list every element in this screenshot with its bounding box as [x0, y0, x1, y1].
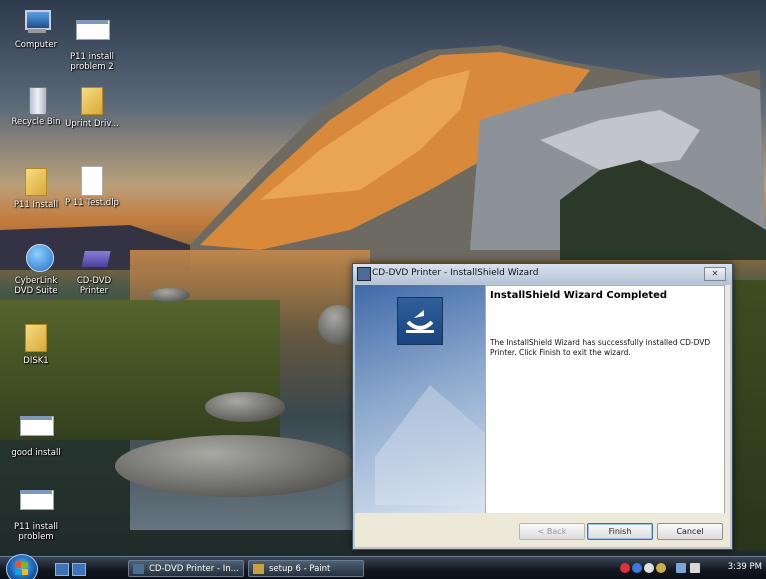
desktop-icon-uprint-driv[interactable]: Uprint Driv... — [62, 85, 122, 129]
tray-app-icon[interactable] — [644, 563, 654, 573]
computer-icon — [20, 8, 52, 38]
desktop-icon-computer[interactable]: Computer — [6, 8, 66, 50]
icon-label: good install — [11, 448, 61, 458]
clock[interactable]: 3:39 PM — [728, 562, 762, 572]
installer-icon — [133, 564, 144, 574]
cancel-button[interactable]: Cancel — [657, 523, 723, 540]
icon-label: DISK1 — [23, 356, 49, 366]
windows-logo-icon — [15, 562, 28, 575]
system-tray: 3:39 PM — [616, 557, 766, 579]
folder-icon — [76, 87, 108, 117]
back-button[interactable]: < Back — [519, 523, 585, 540]
icon-label: Computer — [14, 40, 58, 50]
installshield-dialog: CD-DVD Printer - InstallShield Wizard ✕ … — [352, 263, 733, 550]
icon-label: P 11 Test.dlp — [65, 198, 119, 208]
wizard-body-text: The InstallShield Wizard has successfull… — [490, 338, 711, 357]
icon-label: P11 install problem — [13, 522, 59, 542]
folder-icon — [20, 324, 52, 354]
printer-icon — [78, 244, 112, 274]
taskbar-button-installer[interactable]: CD-DVD Printer - In... — [128, 560, 244, 577]
icon-label: CyberLink DVD Suite — [14, 276, 58, 296]
recycle-bin-icon — [20, 85, 52, 115]
close-button[interactable]: ✕ — [704, 267, 726, 281]
desktop-icon-p11-test-dlp[interactable]: P 11 Test.dlp — [62, 166, 122, 208]
desktop-icon-recycle-bin[interactable]: Recycle Bin — [6, 85, 66, 127]
wizard-side-banner — [355, 285, 485, 513]
desktop: Computer P11 install problem 2 Recycle B… — [0, 0, 766, 579]
icon-label: P11 Install — [13, 200, 59, 210]
taskbar-button-label: setup 6 - Paint — [269, 564, 331, 574]
cyberlink-icon — [20, 244, 54, 274]
folder-icon — [20, 168, 52, 198]
paint-icon — [253, 564, 264, 574]
icon-label: Uprint Driv... — [65, 119, 119, 129]
icon-label: CD-DVD Printer — [76, 276, 112, 296]
taskbar-button-paint[interactable]: setup 6 - Paint — [248, 560, 364, 577]
taskbar-button-label: CD-DVD Printer - In... — [149, 564, 239, 574]
wizard-heading: InstallShield Wizard Completed — [490, 290, 668, 301]
desktop-icon-good-install[interactable]: good install — [6, 410, 66, 458]
desktop-icon-cd-dvd-printer[interactable]: CD-DVD Printer — [64, 244, 124, 296]
volume-icon[interactable] — [690, 563, 700, 573]
desktop-icon-disk1[interactable]: DISK1 — [6, 322, 66, 366]
dialog-title: CD-DVD Printer - InstallShield Wizard — [372, 268, 539, 278]
icon-label: Recycle Bin — [11, 117, 61, 127]
tray-tool-icon[interactable] — [656, 563, 666, 573]
finish-button[interactable]: Finish — [587, 523, 653, 540]
wallpaper-rock — [150, 288, 190, 302]
security-alert-icon[interactable] — [620, 563, 630, 573]
taskbar: CD-DVD Printer - In... setup 6 - Paint 3… — [0, 554, 766, 579]
wizard-button-row: < Back Finish Cancel — [355, 513, 730, 547]
switch-windows-icon[interactable] — [72, 563, 86, 576]
banner-decoration — [375, 385, 485, 505]
icon-label: P11 install problem 2 — [69, 52, 115, 72]
desktop-icon-cyberlink-dvd-suite[interactable]: CyberLink DVD Suite — [6, 244, 66, 296]
wallpaper-rock — [205, 392, 285, 422]
installshield-logo-icon — [397, 297, 443, 345]
network-icon[interactable] — [676, 563, 686, 573]
dialog-titlebar[interactable]: CD-DVD Printer - InstallShield Wizard ✕ — [353, 264, 732, 284]
window-file-icon — [20, 416, 54, 446]
show-desktop-icon[interactable] — [55, 563, 69, 576]
start-button[interactable] — [6, 554, 38, 579]
desktop-icon-p11-install-problem[interactable]: P11 install problem — [6, 484, 66, 542]
window-file-icon — [76, 20, 110, 50]
wizard-content: InstallShield Wizard Completed The Insta… — [485, 285, 725, 515]
desktop-icon-p11-install-problem-2[interactable]: P11 install problem 2 — [62, 14, 122, 72]
installer-icon — [357, 267, 371, 281]
window-file-icon — [20, 490, 54, 520]
dialog-client: InstallShield Wizard Completed The Insta… — [355, 285, 730, 547]
document-icon — [76, 166, 108, 196]
desktop-icon-p11-install[interactable]: P11 Install — [6, 166, 66, 210]
wallpaper-rock — [115, 435, 355, 497]
update-icon[interactable] — [632, 563, 642, 573]
